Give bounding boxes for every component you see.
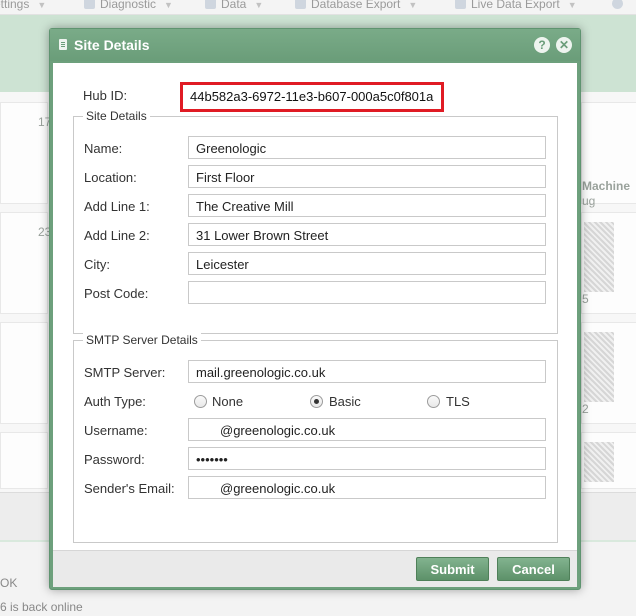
auth-tls-label[interactable]: TLS: [446, 394, 470, 409]
background-toolbar: ettings▼ Diagnostic▼ Data▼ Database Expo…: [0, 0, 636, 15]
senders-email-field[interactable]: @greenologic.co.uk: [188, 476, 546, 499]
dialog-footer: Submit Cancel: [53, 550, 577, 587]
city-field[interactable]: Leicester: [188, 252, 546, 275]
add-line-2-field[interactable]: 31 Lower Brown Street: [188, 223, 546, 246]
background-hatch: [584, 442, 614, 482]
auth-type-label: Auth Type:: [84, 394, 146, 409]
name-field[interactable]: Greenologic: [188, 136, 546, 159]
help-icon[interactable]: [612, 0, 628, 12]
background-card: [0, 322, 48, 424]
data-icon: [205, 0, 216, 9]
background-hatch: [584, 222, 614, 292]
tab-live-data-export[interactable]: Live Data Export ▼: [455, 0, 577, 12]
diagnostic-icon: [84, 0, 95, 9]
username-field[interactable]: @greenologic.co.uk: [188, 418, 546, 441]
password-field[interactable]: •••••••: [188, 447, 546, 470]
smtp-server-field[interactable]: mail.greenologic.co.uk: [188, 360, 546, 383]
username-label: Username:: [84, 423, 148, 438]
auth-none-radio[interactable]: [194, 395, 207, 408]
tab-diagnostic[interactable]: Diagnostic ▼: [84, 0, 173, 12]
smtp-details-legend: SMTP Server Details: [83, 333, 201, 347]
background-card-subtitle: ug: [582, 194, 596, 208]
dialog-content: Hub ID: 44b582a3-6972-11e3-b607-000a5c0f…: [53, 63, 577, 550]
city-label: City:: [84, 257, 110, 272]
add-line-1-label: Add Line 1:: [84, 199, 150, 214]
site-details-dialog: Site Details ? ✕ Hub ID: 44b582a3-6972-1…: [49, 28, 581, 590]
live-data-export-icon: [455, 0, 466, 9]
smtp-server-label: SMTP Server:: [84, 365, 166, 380]
tab-data[interactable]: Data ▼: [205, 0, 263, 12]
document-icon: [59, 39, 67, 50]
background-card: [0, 432, 48, 489]
hub-id-value: 44b582a3-6972-11e3-b607-000a5c0f801a: [180, 82, 444, 112]
auth-basic-label[interactable]: Basic: [329, 394, 361, 409]
tab-settings[interactable]: ettings▼: [0, 0, 46, 12]
background-number: 2: [582, 402, 589, 416]
post-code-field[interactable]: [188, 281, 546, 304]
location-label: Location:: [84, 170, 137, 185]
database-export-icon: [295, 0, 306, 9]
dialog-titlebar[interactable]: Site Details ? ✕: [50, 29, 580, 61]
submit-button[interactable]: Submit: [416, 557, 489, 581]
tab-database-export[interactable]: Database Export ▼: [295, 0, 417, 12]
status-ok-text: OK: [0, 576, 18, 590]
status-online-text: 6 is back online: [0, 600, 83, 614]
add-line-1-field[interactable]: The Creative Mill: [188, 194, 546, 217]
senders-email-label: Sender's Email:: [84, 481, 175, 496]
add-line-2-label: Add Line 2:: [84, 228, 150, 243]
auth-tls-radio[interactable]: [427, 395, 440, 408]
cancel-button[interactable]: Cancel: [497, 557, 570, 581]
location-field[interactable]: First Floor: [188, 165, 546, 188]
background-number: 5: [582, 292, 589, 306]
name-label: Name:: [84, 141, 123, 156]
auth-basic-radio[interactable]: [310, 395, 323, 408]
background-hatch: [584, 332, 614, 402]
password-label: Password:: [84, 452, 145, 467]
auth-none-label[interactable]: None: [212, 394, 243, 409]
hub-id-label: Hub ID:: [83, 88, 128, 103]
dialog-title: Site Details: [74, 37, 150, 53]
background-card-title: Machine: [582, 179, 631, 193]
close-icon[interactable]: ✕: [556, 37, 572, 53]
site-details-legend: Site Details: [83, 109, 150, 123]
post-code-label: Post Code:: [84, 286, 149, 301]
help-icon[interactable]: ?: [534, 37, 550, 53]
